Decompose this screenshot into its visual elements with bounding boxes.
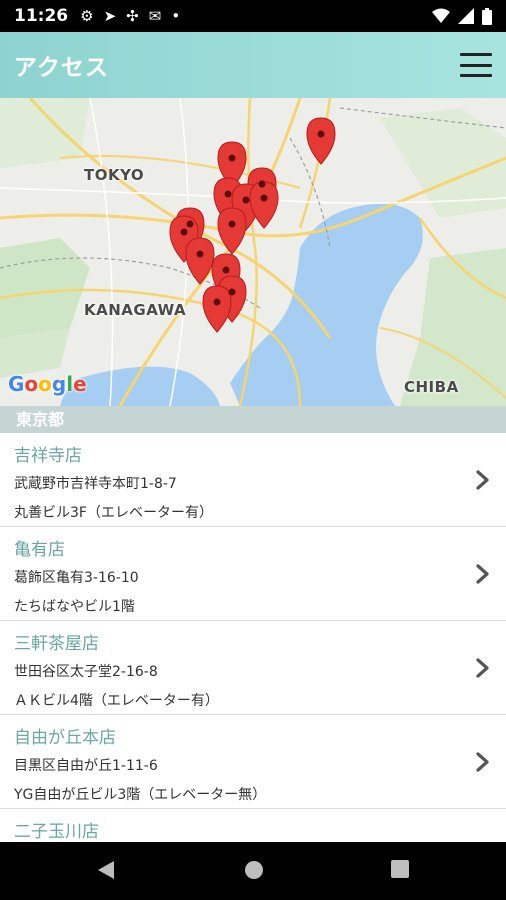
store-name: 亀有店 [14, 540, 65, 560]
store-name: 自由が丘本店 [14, 728, 116, 748]
chevron-right-icon [476, 470, 489, 490]
map-markers [169, 117, 336, 333]
navigation-bar [0, 842, 506, 900]
store-name: 二子玉川店 [14, 822, 99, 842]
store-list[interactable]: 吉祥寺店 武蔵野市吉祥寺本町1-8-7 丸善ビル3F（エレベーター有） 亀有店 … [0, 433, 506, 842]
store-building: 丸善ビル3F（エレベーター有） [14, 505, 213, 521]
store-building: YG自由が丘ビル3階（エレベーター無） [14, 787, 267, 803]
map-marker [306, 117, 336, 165]
chevron-right-icon [476, 564, 489, 584]
settings-icon: ⚙ [80, 7, 94, 25]
dot-icon: • [171, 7, 181, 25]
signal-icon [458, 8, 474, 24]
store-address: 世田谷区太子堂2-16-8 [14, 664, 158, 680]
home-icon[interactable] [243, 859, 265, 881]
status-time: 11:26 [14, 6, 69, 26]
back-icon[interactable] [96, 859, 116, 881]
store-building: ＡＫビル4階（エレベーター有） [14, 693, 219, 709]
map-view[interactable]: TOKYO KANAGAWA CHIBA Google [0, 98, 506, 406]
map-marker [217, 207, 247, 255]
battery-icon [482, 7, 492, 25]
map-label-tokyo: TOKYO [84, 166, 145, 184]
map-marker [202, 285, 232, 333]
map-marker [249, 181, 279, 229]
store-address: 目黒区自由が丘1-11-6 [14, 758, 158, 774]
section-header: 東京都 [0, 406, 506, 433]
store-name: 三軒茶屋店 [14, 634, 99, 654]
sync-icon: ✣ [126, 7, 139, 25]
store-item[interactable]: 二子玉川店 [0, 809, 506, 842]
chevron-right-icon [476, 658, 489, 678]
send-icon: ➤ [103, 7, 117, 25]
map-label-chiba: CHIBA [404, 378, 459, 396]
store-name: 吉祥寺店 [14, 446, 82, 466]
store-item[interactable]: 三軒茶屋店 世田谷区太子堂2-16-8 ＡＫビル4階（エレベーター有） [0, 621, 506, 715]
wifi-icon [432, 8, 450, 23]
store-address: 葛飾区亀有3-16-10 [14, 570, 139, 586]
store-building: たちばなやビル1階 [14, 599, 135, 615]
chevron-right-icon [476, 752, 489, 772]
store-item[interactable]: 亀有店 葛飾区亀有3-16-10 たちばなやビル1階 [0, 527, 506, 621]
store-item[interactable]: 自由が丘本店 目黒区自由が丘1-11-6 YG自由が丘ビル3階（エレベーター無） [0, 715, 506, 809]
mail-icon: ✉ [148, 7, 162, 25]
page-title: アクセス [14, 55, 109, 81]
map-marker [185, 237, 215, 285]
app-bar: アクセス [0, 32, 506, 98]
hamburger-menu-icon[interactable] [460, 53, 492, 77]
google-logo: Google [8, 372, 87, 396]
status-bar: 11:26 ⚙ ➤ ✣ ✉ • [0, 0, 506, 32]
store-address: 武蔵野市吉祥寺本町1-8-7 [14, 476, 177, 492]
store-item[interactable]: 吉祥寺店 武蔵野市吉祥寺本町1-8-7 丸善ビル3F（エレベーター有） [0, 433, 506, 527]
map-label-kanagawa: KANAGAWA [84, 301, 187, 319]
recents-icon[interactable] [390, 859, 410, 879]
notification-icons: ⚙ ➤ ✣ ✉ • [80, 7, 180, 25]
